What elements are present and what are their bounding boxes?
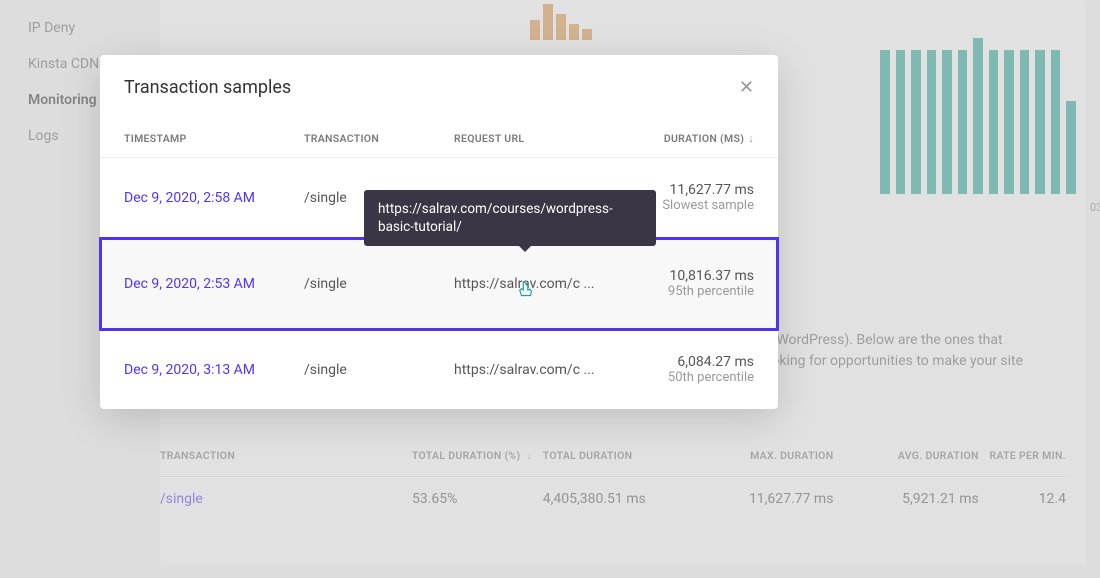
cell-duration: 10,816.37 ms [624,268,754,284]
transaction-samples-modal: Transaction samples ✕ Timestamp Transact… [100,55,778,409]
th-request-url[interactable]: Request URL [454,132,624,145]
close-icon[interactable]: ✕ [739,77,754,98]
th-transaction[interactable]: Transaction [304,132,454,145]
modal-title: Transaction samples [124,77,291,98]
cell-url: https://salrav.com/c ... [454,276,624,292]
sample-row[interactable]: Dec 9, 2020, 3:13 AM /single https://sal… [100,330,778,409]
cell-sublabel: 95th percentile [624,284,754,299]
timestamp-link[interactable]: Dec 9, 2020, 2:58 AM [124,190,304,206]
url-tooltip: https://salrav.com/courses/wordpress-bas… [364,190,656,246]
timestamp-link[interactable]: Dec 9, 2020, 2:53 AM [124,276,304,292]
sort-arrow-icon: ↓ [748,132,754,145]
cell-transaction: /single [304,276,454,292]
cell-duration: 6,084.27 ms [624,354,754,370]
th-timestamp[interactable]: Timestamp [124,132,304,145]
sample-row-selected[interactable]: https://salrav.com/courses/wordpress-bas… [100,238,778,330]
cell-url: https://salrav.com/c ... [454,362,624,378]
cell-sublabel: 50th percentile [624,370,754,385]
cell-transaction: /single [304,362,454,378]
timestamp-link[interactable]: Dec 9, 2020, 3:13 AM [124,362,304,378]
th-duration[interactable]: Duration (ms)↓ [624,132,754,145]
